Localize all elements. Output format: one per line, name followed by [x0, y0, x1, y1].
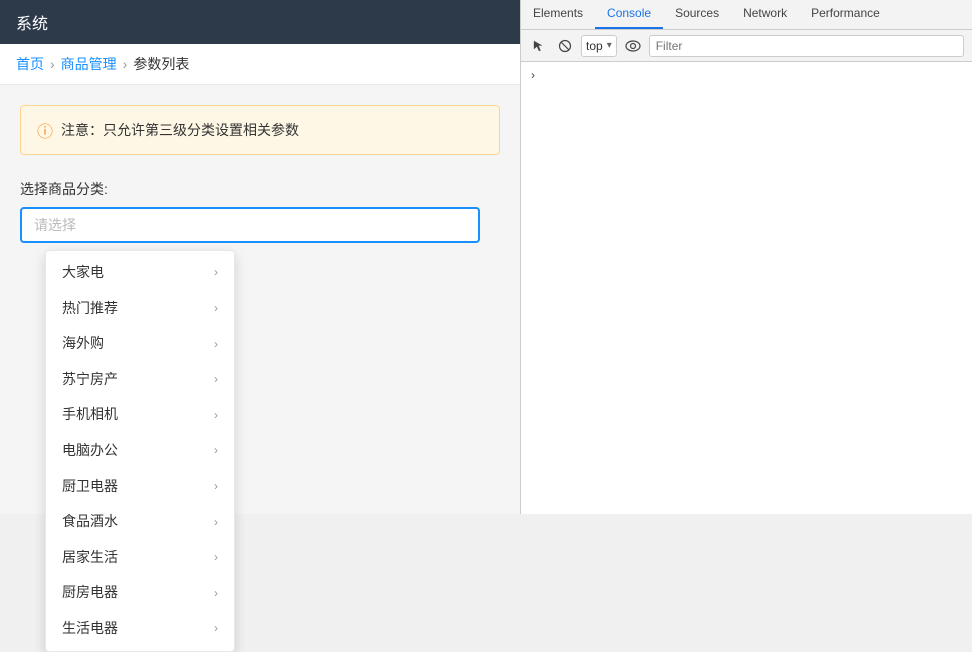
category-select-input[interactable]: 请选择: [20, 207, 480, 243]
dropdown-item-label-3: 苏宁房产: [62, 370, 118, 390]
devtools-tabs: Elements Console Sources Network Perform…: [521, 0, 972, 30]
block-icon: [558, 39, 572, 53]
dropdown-item-3[interactable]: 苏宁房产 ›: [46, 362, 234, 398]
dropdown-arrow-9: ›: [214, 585, 218, 602]
warning-text: 注意：只允许第三级分类设置相关参数: [61, 120, 299, 140]
select-label: 选择商品分类:: [20, 179, 500, 199]
expand-arrow[interactable]: ›: [529, 66, 537, 84]
cursor-tool-button[interactable]: [529, 36, 549, 56]
dropdown-item-label-6: 厨卫电器: [62, 477, 118, 497]
dropdown-arrow-10: ›: [214, 620, 218, 637]
tab-performance[interactable]: Performance: [799, 0, 892, 29]
dropdown-item-label-8: 居家生活: [62, 548, 118, 568]
app-title: 系统: [16, 10, 48, 34]
breadcrumb-param-list: 参数列表: [133, 54, 189, 74]
dropdown-item-label-0: 大家电: [62, 263, 104, 283]
dropdown-item-label-7: 食品酒水: [62, 512, 118, 532]
tab-network[interactable]: Network: [731, 0, 799, 29]
select-placeholder: 请选择: [34, 215, 76, 235]
dropdown-arrow-7: ›: [214, 514, 218, 531]
dropdown-arrow-2: ›: [214, 336, 218, 353]
category-dropdown: 大家电 › 热门推荐 › 海外购 › 苏宁房产 › 手机相机 › 电脑办公 › …: [45, 250, 235, 652]
dropdown-item-4[interactable]: 手机相机 ›: [46, 397, 234, 433]
dropdown-item-7[interactable]: 食品酒水 ›: [46, 504, 234, 540]
warning-icon: ⓘ: [37, 118, 53, 142]
dropdown-item-label-2: 海外购: [62, 334, 104, 354]
dropdown-item-6[interactable]: 厨卫电器 ›: [46, 469, 234, 505]
select-input-wrapper: 请选择: [20, 207, 500, 243]
block-tool-button[interactable]: [555, 36, 575, 56]
app-panel: 系统 首页 › 商品管理 › 参数列表 ⓘ 注意：只允许第三级分类设置相关参数 …: [0, 0, 520, 514]
dropdown-item-label-5: 电脑办公: [62, 441, 118, 461]
context-selector[interactable]: top ▾: [581, 35, 617, 57]
dropdown-item-0[interactable]: 大家电 ›: [46, 255, 234, 291]
dropdown-arrow-6: ›: [214, 478, 218, 495]
devtools-toolbar: top ▾: [521, 30, 972, 62]
dropdown-item-8[interactable]: 居家生活 ›: [46, 540, 234, 576]
dropdown-item-1[interactable]: 热门推荐 ›: [46, 291, 234, 327]
tab-sources[interactable]: Sources: [663, 0, 731, 29]
dropdown-arrow-5: ›: [214, 442, 218, 459]
tab-console[interactable]: Console: [595, 0, 663, 29]
dropdown-item-label-10: 生活电器: [62, 619, 118, 639]
dropdown-arrow-1: ›: [214, 300, 218, 317]
dropdown-arrow-3: ›: [214, 371, 218, 388]
cursor-icon: [532, 39, 546, 53]
breadcrumb-product-mgmt[interactable]: 商品管理: [61, 54, 117, 74]
devtools-panel: Elements Console Sources Network Perform…: [520, 0, 972, 514]
breadcrumb: 首页 › 商品管理 › 参数列表: [0, 44, 520, 85]
context-dropdown-arrow: ▾: [607, 40, 612, 51]
dropdown-item-10[interactable]: 生活电器 ›: [46, 611, 234, 647]
tab-elements[interactable]: Elements: [521, 0, 595, 29]
dropdown-arrow-0: ›: [214, 264, 218, 281]
context-value: top: [586, 39, 603, 53]
eye-button[interactable]: [623, 36, 643, 56]
warning-box: ⓘ 注意：只允许第三级分类设置相关参数: [20, 105, 500, 155]
dropdown-arrow-4: ›: [214, 407, 218, 424]
dropdown-item-label-9: 厨房电器: [62, 583, 118, 603]
dropdown-item-5[interactable]: 电脑办公 ›: [46, 433, 234, 469]
dropdown-item-9[interactable]: 厨房电器 ›: [46, 575, 234, 611]
breadcrumb-sep-1: ›: [50, 56, 55, 72]
dropdown-item-2[interactable]: 海外购 ›: [46, 326, 234, 362]
dropdown-item-label-4: 手机相机: [62, 405, 118, 425]
app-header: 系统: [0, 0, 520, 44]
eye-icon: [625, 40, 641, 52]
breadcrumb-home[interactable]: 首页: [16, 54, 44, 74]
dropdown-arrow-8: ›: [214, 549, 218, 566]
console-filter-input[interactable]: [649, 35, 964, 57]
breadcrumb-sep-2: ›: [123, 56, 128, 72]
dropdown-item-label-1: 热门推荐: [62, 299, 118, 319]
devtools-content: ›: [521, 62, 972, 514]
